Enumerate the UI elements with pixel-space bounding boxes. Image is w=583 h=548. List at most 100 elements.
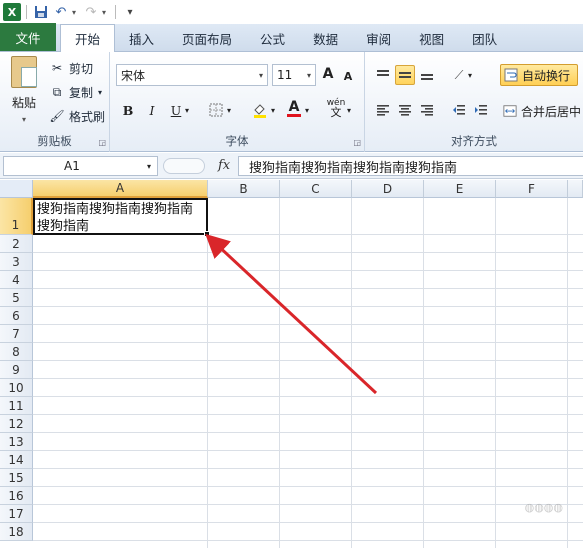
italic-button[interactable]: I bbox=[142, 100, 162, 120]
border-dropdown-icon[interactable]: ▾ bbox=[224, 100, 234, 120]
paste-dropdown-icon[interactable]: ▾ bbox=[22, 115, 26, 124]
column-gridline bbox=[207, 198, 208, 548]
spreadsheet-grid[interactable]: ABCDEF 1 2 3 4 5 6 7 8 9 10 11 12 13 14 15 16 17 18 搜狗指南搜… bbox=[0, 180, 583, 548]
row-header-14[interactable]: 14 bbox=[0, 451, 33, 469]
font-color-button[interactable]: A bbox=[284, 98, 304, 118]
decrease-indent-icon[interactable] bbox=[449, 100, 469, 120]
font-launcher-icon[interactable]: ◲ bbox=[353, 138, 361, 147]
clipboard-group-label: 剪贴板 bbox=[37, 134, 72, 148]
save-icon[interactable] bbox=[32, 3, 50, 21]
clipboard-launcher-icon[interactable]: ◲ bbox=[98, 138, 106, 147]
row-header-15[interactable]: 15 bbox=[0, 469, 33, 487]
copy-button[interactable]: ⧉ 复制 ▾ bbox=[50, 82, 102, 102]
paste-button[interactable]: 粘贴 ▾ bbox=[6, 56, 42, 124]
column-header-a[interactable]: A bbox=[33, 180, 208, 198]
row-header-11[interactable]: 11 bbox=[0, 397, 33, 415]
row-header-16[interactable]: 16 bbox=[0, 487, 33, 505]
format-painter-button[interactable]: 🖌 格式刷 bbox=[49, 106, 105, 126]
tab-formulas[interactable]: 公式 bbox=[246, 25, 299, 51]
column-header-c[interactable]: C bbox=[280, 180, 352, 198]
align-middle-icon[interactable] bbox=[395, 65, 415, 85]
formula-input[interactable]: 搜狗指南搜狗指南搜狗指南搜狗指南 bbox=[238, 156, 583, 176]
grow-font-button[interactable]: A bbox=[318, 64, 338, 84]
border-icon[interactable] bbox=[206, 100, 226, 120]
underline-dropdown-icon[interactable]: ▾ bbox=[182, 100, 192, 120]
row-header-5[interactable]: 5 bbox=[0, 289, 33, 307]
row-header-12[interactable]: 12 bbox=[0, 415, 33, 433]
align-right-icon[interactable] bbox=[417, 100, 437, 120]
column-header-e[interactable]: E bbox=[424, 180, 496, 198]
row-header-10[interactable]: 10 bbox=[0, 379, 33, 397]
row-header-3[interactable]: 3 bbox=[0, 253, 33, 271]
row-gridline bbox=[33, 396, 583, 397]
merge-center-button[interactable]: 合并后居中 bbox=[503, 100, 581, 122]
undo-dropdown-icon[interactable]: ▾ bbox=[72, 8, 80, 17]
cell-a1[interactable]: 搜狗指南搜狗指南搜狗指南搜狗指南 bbox=[33, 198, 208, 235]
font-group: 宋体 ▾ 11 ▾ A A B I U ▾ ▾ ▾ A ▾ wén 文 ▾ 字体 bbox=[110, 52, 365, 152]
orientation-dropdown-icon[interactable]: ▾ bbox=[465, 65, 475, 85]
phonetic-dropdown-icon[interactable]: ▾ bbox=[344, 100, 354, 120]
row-header-6[interactable]: 6 bbox=[0, 307, 33, 325]
column-header-overflow[interactable] bbox=[568, 180, 583, 198]
tab-team[interactable]: 团队 bbox=[458, 25, 511, 51]
brush-icon: 🖌 bbox=[49, 109, 65, 123]
column-header-b[interactable]: B bbox=[208, 180, 280, 198]
chevron-down-icon[interactable]: ▾ bbox=[147, 162, 151, 171]
row-header-4[interactable]: 4 bbox=[0, 271, 33, 289]
font-name-combo[interactable]: 宋体 ▾ bbox=[116, 64, 268, 86]
column-header-f[interactable]: F bbox=[496, 180, 568, 198]
align-top-icon[interactable] bbox=[373, 65, 393, 85]
tab-insert[interactable]: 插入 bbox=[115, 25, 168, 51]
phonetic-char-icon: 文 bbox=[330, 106, 342, 119]
quick-access-toolbar: X ↶ ▾ ↷ ▾ ▾ bbox=[0, 0, 583, 24]
align-left-icon[interactable] bbox=[373, 100, 393, 120]
column-header-d[interactable]: D bbox=[352, 180, 424, 198]
fill-handle[interactable] bbox=[204, 231, 210, 237]
name-box[interactable]: A1 ▾ bbox=[3, 156, 158, 176]
phonetic-guide-icon[interactable]: wén 文 bbox=[326, 98, 346, 119]
wrap-text-label: 自动换行 bbox=[522, 68, 571, 83]
fill-color-dropdown-icon[interactable]: ▾ bbox=[268, 100, 278, 120]
row-header-7[interactable]: 7 bbox=[0, 325, 33, 343]
select-all-corner[interactable] bbox=[0, 180, 33, 198]
copy-dropdown-icon[interactable]: ▾ bbox=[98, 88, 102, 97]
shrink-font-button[interactable]: A bbox=[338, 66, 358, 86]
excel-app-icon[interactable]: X bbox=[3, 3, 21, 21]
row-gridline bbox=[33, 270, 583, 271]
redo-icon[interactable]: ↷ bbox=[82, 3, 100, 21]
row-header-18[interactable]: 18 bbox=[0, 523, 33, 541]
row-header-1[interactable]: 1 bbox=[0, 198, 33, 235]
cut-button[interactable]: ✂ 剪切 bbox=[50, 58, 93, 78]
row-gridline bbox=[33, 486, 583, 487]
paste-label: 粘贴 bbox=[11, 96, 36, 110]
row-header-17[interactable]: 17 bbox=[0, 505, 33, 523]
increase-indent-icon[interactable] bbox=[471, 100, 491, 120]
redo-dropdown-icon[interactable]: ▾ bbox=[102, 8, 110, 17]
bold-button[interactable]: B bbox=[118, 100, 138, 120]
row-header-8[interactable]: 8 bbox=[0, 343, 33, 361]
tab-file[interactable]: 文件 bbox=[0, 23, 56, 51]
align-center-icon[interactable] bbox=[395, 100, 415, 120]
row-gridline bbox=[33, 432, 583, 433]
font-group-label: 字体 bbox=[225, 134, 249, 148]
row-header-9[interactable]: 9 bbox=[0, 361, 33, 379]
tab-data[interactable]: 数据 bbox=[299, 25, 352, 51]
row-gridline bbox=[33, 252, 583, 253]
row-header-13[interactable]: 13 bbox=[0, 433, 33, 451]
alignment-group-label: 对齐方式 bbox=[451, 134, 497, 148]
fill-color-icon[interactable] bbox=[250, 100, 270, 120]
formula-bar-splitter[interactable] bbox=[163, 158, 205, 174]
tab-review[interactable]: 审阅 bbox=[352, 25, 405, 51]
customize-icon[interactable]: ▾ bbox=[121, 3, 139, 21]
font-color-dropdown-icon[interactable]: ▾ bbox=[302, 100, 312, 120]
tab-view[interactable]: 视图 bbox=[405, 25, 458, 51]
tab-page-layout[interactable]: 页面布局 bbox=[168, 25, 246, 51]
insert-function-icon[interactable]: fx bbox=[218, 158, 230, 173]
row-header-2[interactable]: 2 bbox=[0, 235, 33, 253]
font-size-combo[interactable]: 11 ▾ bbox=[272, 64, 316, 86]
wrap-text-button[interactable]: 自动换行 bbox=[500, 64, 578, 86]
align-bottom-icon[interactable] bbox=[417, 65, 437, 85]
tab-home[interactable]: 开始 bbox=[60, 24, 116, 52]
undo-icon[interactable]: ↶ bbox=[52, 3, 70, 21]
chevron-down-icon: ▾ bbox=[258, 70, 263, 80]
